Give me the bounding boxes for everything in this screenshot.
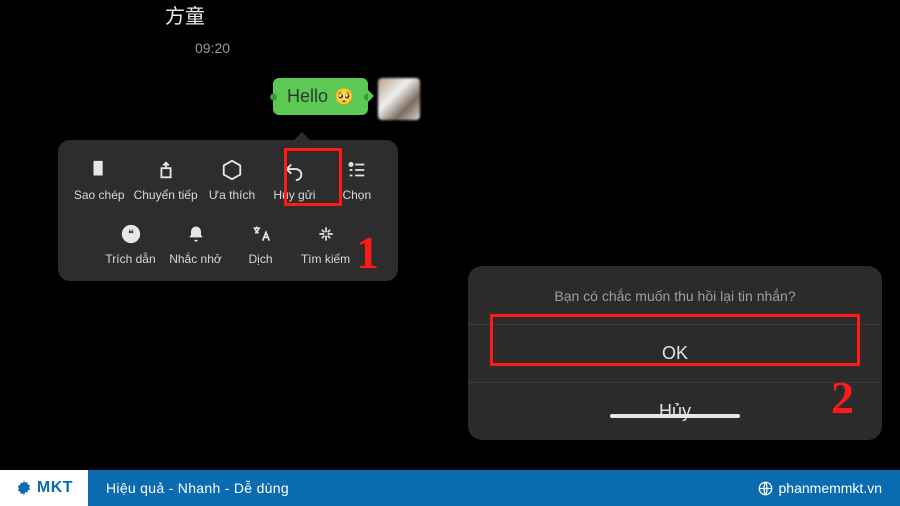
menu-quote[interactable]: ❝ Trích dẫn <box>103 222 159 266</box>
dialog-title: Bạn có chắc muốn thu hồi lại tin nhắn? <box>468 266 882 324</box>
selection-handle-left[interactable] <box>270 93 277 100</box>
message-text: Hello <box>287 86 328 107</box>
menu-label: Hủy gửi <box>273 188 315 202</box>
message-row: Hello 🥺 <box>273 78 420 120</box>
footer: MKT Hiệu quả - Nhanh - Dễ dùng phanmemmk… <box>0 470 900 506</box>
copy-icon <box>87 158 111 182</box>
menu-search[interactable]: Tìm kiếm <box>298 222 354 266</box>
menu-forward[interactable]: Chuyển tiếp <box>134 158 198 202</box>
menu-label: Chọn <box>342 188 371 202</box>
avatar[interactable] <box>378 78 420 120</box>
undo-icon <box>282 158 306 182</box>
menu-favorite[interactable]: Ưa thích <box>204 158 260 202</box>
menu-label: Nhắc nhở <box>169 252 222 266</box>
message-timestamp: 09:20 <box>195 40 230 56</box>
menu-label: Ưa thích <box>209 188 255 202</box>
select-icon <box>345 158 369 182</box>
bell-icon <box>184 222 208 246</box>
menu-recall[interactable]: Hủy gửi <box>266 158 322 202</box>
dialog-ok-button[interactable]: OK <box>468 324 882 382</box>
menu-label: Dịch <box>248 252 272 266</box>
menu-select[interactable]: Chọn <box>329 158 385 202</box>
annotation-marker-1: 1 <box>356 226 379 279</box>
menu-label: Sao chép <box>74 188 125 202</box>
sparkle-icon <box>314 222 338 246</box>
menu-translate[interactable]: Dịch <box>233 222 289 266</box>
pleading-face-emoji: 🥺 <box>334 87 354 107</box>
gear-icon <box>15 479 33 497</box>
menu-remind[interactable]: Nhắc nhở <box>168 222 224 266</box>
globe-icon <box>758 481 773 496</box>
quote-icon: ❝ <box>119 222 143 246</box>
menu-label: Tìm kiếm <box>301 252 350 266</box>
forward-icon <box>154 158 178 182</box>
left-panel: 方童 09:20 Hello 🥺 Sao chép <box>0 0 450 470</box>
footer-site[interactable]: phanmemmkt.vn <box>758 480 882 496</box>
context-menu: Sao chép Chuyển tiếp Ưa thích <box>58 140 398 281</box>
menu-copy[interactable]: Sao chép <box>71 158 127 202</box>
sent-message-bubble[interactable]: Hello 🥺 <box>273 78 368 115</box>
favorite-icon <box>220 158 244 182</box>
annotation-marker-2: 2 <box>831 371 854 424</box>
footer-logo: MKT <box>0 470 88 506</box>
menu-label: Chuyển tiếp <box>134 188 198 202</box>
dialog-cancel-button[interactable]: Hủy <box>468 382 882 440</box>
menu-label: Trích dẫn <box>105 252 155 266</box>
right-panel: Bạn có chắc muốn thu hồi lại tin nhắn? O… <box>450 0 900 470</box>
svg-text:❝: ❝ <box>128 229 134 241</box>
home-indicator[interactable] <box>610 414 740 418</box>
footer-tagline: Hiệu quả - Nhanh - Dễ dùng <box>106 480 289 496</box>
translate-icon <box>249 222 273 246</box>
footer-site-text: phanmemmkt.vn <box>779 480 882 496</box>
contact-name: 方童 <box>165 0 205 29</box>
logo-text: MKT <box>37 479 73 497</box>
